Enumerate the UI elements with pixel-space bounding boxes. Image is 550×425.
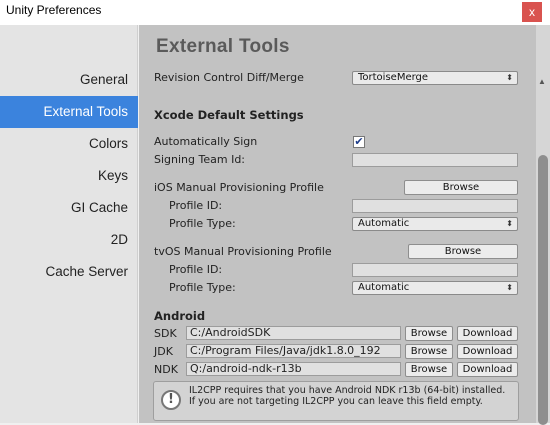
tvos-browse-button[interactable]: Browse xyxy=(408,244,518,259)
help-line-2: If you are not targeting IL2CPP you can … xyxy=(189,396,483,407)
help-message: IL2CPP requires that you have Android ND… xyxy=(189,385,514,407)
sidebar-item-general[interactable]: General xyxy=(0,64,138,96)
ios-profile-id-field[interactable] xyxy=(352,199,518,213)
dropdown-arrow-icon: ⬍ xyxy=(506,283,513,292)
xcode-section-title: Xcode Default Settings xyxy=(154,108,304,122)
sidebar-item-gi-cache[interactable]: GI Cache xyxy=(0,192,138,224)
sidebar-item-2d[interactable]: 2D xyxy=(0,224,138,256)
revision-control-label: Revision Control Diff/Merge xyxy=(154,71,304,84)
dropdown-arrow-icon: ⬍ xyxy=(506,219,513,228)
vertical-scrollbar[interactable]: ▲ xyxy=(536,25,550,425)
tvos-profile-type-value: Automatic xyxy=(358,282,410,293)
sidebar-item-cache-server[interactable]: Cache Server xyxy=(0,256,138,288)
jdk-label: JDK xyxy=(154,345,173,358)
window-title: Unity Preferences xyxy=(6,3,102,17)
signing-team-field[interactable] xyxy=(352,153,518,167)
signing-team-label: Signing Team Id: xyxy=(154,153,246,166)
auto-sign-checkbox[interactable]: ✔ xyxy=(353,136,365,148)
revision-control-dropdown[interactable]: TortoiseMerge ⬍ xyxy=(352,71,518,85)
preferences-window: Unity Preferences x General External Too… xyxy=(0,0,550,425)
jdk-path-field[interactable]: C:/Program Files/Java/jdk1.8.0_192 xyxy=(186,344,401,358)
jdk-download-button[interactable]: Download xyxy=(457,344,518,359)
sdk-path-field[interactable]: C:/AndroidSDK xyxy=(186,326,401,340)
scrollbar-thumb[interactable] xyxy=(538,155,548,425)
sdk-label: SDK xyxy=(154,327,177,340)
tvos-profile-label: tvOS Manual Provisioning Profile xyxy=(154,245,332,258)
il2cpp-help-box: ! IL2CPP requires that you have Android … xyxy=(153,381,519,421)
scroll-up-arrow-icon[interactable]: ▲ xyxy=(538,77,546,86)
ios-browse-button[interactable]: Browse xyxy=(404,180,518,195)
ios-profile-type-value: Automatic xyxy=(358,218,410,229)
settings-content: Revision Control Diff/Merge TortoiseMerg… xyxy=(139,68,536,423)
sidebar: General External Tools Colors Keys GI Ca… xyxy=(0,25,138,423)
sidebar-item-colors[interactable]: Colors xyxy=(0,128,138,160)
ios-profile-label: iOS Manual Provisioning Profile xyxy=(154,181,324,194)
tvos-profile-id-field[interactable] xyxy=(352,263,518,277)
title-bar: Unity Preferences x xyxy=(0,0,550,25)
ndk-label: NDK xyxy=(154,363,178,376)
sidebar-item-external-tools[interactable]: External Tools xyxy=(0,96,138,128)
android-section-title: Android xyxy=(154,309,206,323)
tvos-profile-type-label: Profile Type: xyxy=(169,281,236,294)
external-tools-panel: External Tools Revision Control Diff/Mer… xyxy=(139,25,536,423)
ios-profile-type-dropdown[interactable]: Automatic ⬍ xyxy=(352,217,518,231)
ios-profile-id-label: Profile ID: xyxy=(169,199,223,212)
jdk-browse-button[interactable]: Browse xyxy=(405,344,453,359)
ndk-path-field[interactable]: Q:/android-ndk-r13b xyxy=(186,362,401,376)
page-title: External Tools xyxy=(156,36,290,57)
tvos-profile-type-dropdown[interactable]: Automatic ⬍ xyxy=(352,281,518,295)
help-line-1: IL2CPP requires that you have Android ND… xyxy=(189,385,506,396)
ndk-browse-button[interactable]: Browse xyxy=(405,362,453,377)
tvos-profile-id-label: Profile ID: xyxy=(169,263,223,276)
auto-sign-label: Automatically Sign xyxy=(154,135,258,148)
info-icon: ! xyxy=(161,390,181,410)
ios-profile-type-label: Profile Type: xyxy=(169,217,236,230)
ndk-download-button[interactable]: Download xyxy=(457,362,518,377)
dropdown-arrow-icon: ⬍ xyxy=(506,73,513,82)
close-button[interactable]: x xyxy=(522,2,542,22)
sdk-download-button[interactable]: Download xyxy=(457,326,518,341)
checkmark-icon: ✔ xyxy=(354,135,364,148)
revision-control-value: TortoiseMerge xyxy=(358,72,429,83)
sidebar-item-keys[interactable]: Keys xyxy=(0,160,138,192)
sdk-browse-button[interactable]: Browse xyxy=(405,326,453,341)
